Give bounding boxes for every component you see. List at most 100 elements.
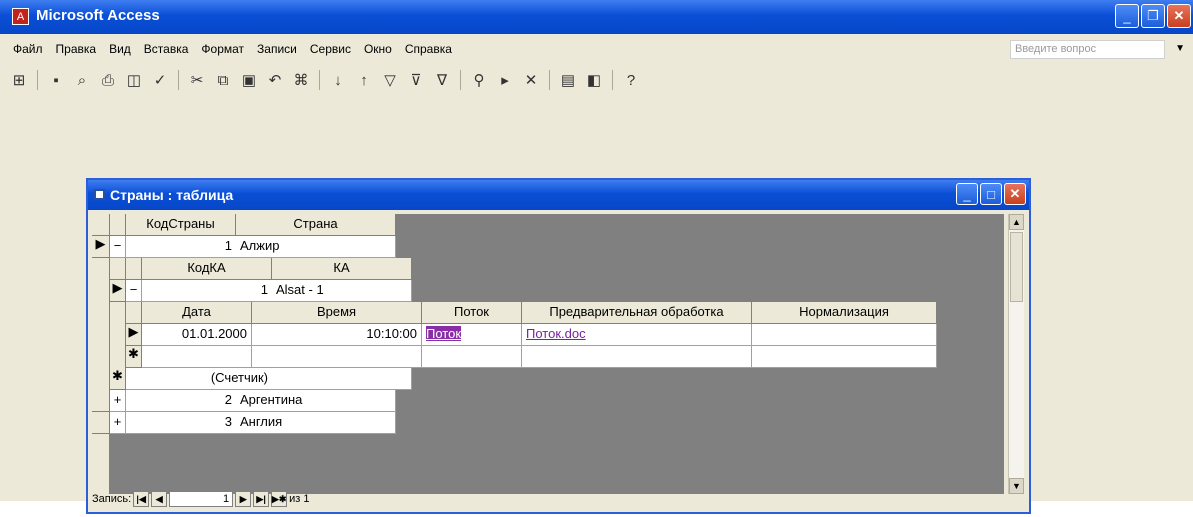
menu-records[interactable]: Записи (257, 42, 297, 56)
new-object-icon[interactable]: ◧ (583, 69, 605, 91)
filter-selection-icon[interactable]: ▽ (379, 69, 401, 91)
scroll-up-icon[interactable]: ▲ (1009, 214, 1024, 230)
menu-window[interactable]: Окно (364, 42, 392, 56)
column-header-preprocessing[interactable]: Предварительная обработка (522, 302, 752, 324)
table-window: Страны : таблица _ □ ✕ КодСтраны Страна … (86, 178, 1031, 514)
menu-insert[interactable]: Вставка (144, 42, 189, 56)
menu-tools[interactable]: Сервис (310, 42, 351, 56)
last-record-icon[interactable]: ▶| (253, 491, 270, 507)
print-preview-icon[interactable]: ◫ (123, 69, 145, 91)
hyperlink-icon[interactable]: ⌘ (290, 69, 312, 91)
record-selector[interactable]: ▶ (110, 280, 126, 302)
undo-icon[interactable]: ↶ (264, 69, 286, 91)
close-button[interactable]: ✕ (1167, 4, 1191, 28)
new-record-icon[interactable]: ▸ (494, 69, 516, 91)
record-selector[interactable] (92, 390, 110, 412)
apply-filter-icon[interactable]: ∇ (431, 69, 453, 91)
expand-icon[interactable]: + (110, 412, 126, 434)
stream-link[interactable]: Поток (426, 326, 462, 341)
table-window-title: Страны : таблица (110, 187, 234, 203)
column-header-sat-id[interactable]: КодКА (142, 258, 272, 280)
datasheet: КодСтраны Страна ▶ − 1 Алжир КодКА КА ▶ … (92, 214, 1004, 494)
collapse-icon[interactable]: − (126, 280, 142, 302)
sat-name-cell[interactable]: Alsat - 1 (272, 280, 412, 302)
normalization-cell[interactable] (752, 324, 937, 346)
menu-file[interactable]: Файл (13, 42, 43, 56)
filter-form-icon[interactable]: ⊽ (405, 69, 427, 91)
table-icon (94, 189, 105, 200)
table-window-titlebar: Страны : таблица _ □ ✕ (88, 180, 1029, 210)
expand-icon[interactable]: + (110, 390, 126, 412)
sat-name-cell[interactable] (272, 368, 412, 390)
subdatasheet-corner (126, 302, 142, 324)
cut-icon[interactable]: ✂ (186, 69, 208, 91)
vertical-scrollbar[interactable]: ▲ ▼ (1008, 214, 1024, 494)
record-selector[interactable] (92, 412, 110, 434)
close-button[interactable]: ✕ (1004, 183, 1026, 205)
collapse-icon[interactable]: − (110, 236, 126, 258)
minimize-button[interactable]: _ (956, 183, 978, 205)
minimize-button[interactable]: _ (1115, 4, 1139, 28)
column-header-country-id[interactable]: КодСтраны (126, 214, 236, 236)
scroll-thumb[interactable] (1010, 232, 1023, 302)
view-icon[interactable]: ⊞ (8, 69, 30, 91)
select-all-corner[interactable] (92, 214, 110, 236)
database-window-icon[interactable]: ▤ (557, 69, 579, 91)
country-name-cell[interactable]: Англия (236, 412, 396, 434)
column-header-sat[interactable]: КА (272, 258, 412, 280)
record-selector[interactable]: ▶ (126, 324, 142, 346)
country-id-cell[interactable]: 1 (126, 236, 236, 258)
column-header-date[interactable]: Дата (142, 302, 252, 324)
app-title: Microsoft Access (36, 7, 160, 24)
sort-asc-icon[interactable]: ↓ (327, 69, 349, 91)
copy-icon[interactable]: ⧉ (212, 69, 234, 91)
expand-column-header (126, 258, 142, 280)
paste-icon[interactable]: ▣ (238, 69, 260, 91)
country-id-cell[interactable]: 3 (126, 412, 236, 434)
date-cell[interactable]: 01.01.2000 (142, 324, 252, 346)
column-header-time[interactable]: Время (252, 302, 422, 324)
record-selector[interactable]: ▶ (92, 236, 110, 258)
previous-record-icon[interactable]: ◀ (151, 491, 168, 507)
column-header-stream[interactable]: Поток (422, 302, 522, 324)
time-cell[interactable] (252, 346, 422, 368)
maximize-button[interactable]: □ (980, 183, 1002, 205)
spelling-icon[interactable]: ✓ (149, 69, 171, 91)
help-question-input[interactable]: Введите вопрос (1010, 40, 1165, 59)
menu-format[interactable]: Формат (201, 42, 244, 56)
menu-edit[interactable]: Правка (56, 42, 97, 56)
preprocessing-cell[interactable] (522, 346, 752, 368)
sat-id-new-cell[interactable]: (Счетчик) (126, 368, 272, 390)
new-record-nav-icon[interactable]: ▶✱ (271, 491, 288, 507)
sat-id-cell[interactable]: 1 (142, 280, 272, 302)
delete-record-icon[interactable]: ✕ (520, 69, 542, 91)
search-icon[interactable]: ⌕ (71, 69, 93, 91)
next-record-icon[interactable]: ▶ (235, 491, 252, 507)
country-id-cell[interactable]: 2 (126, 390, 236, 412)
help-icon[interactable]: ? (620, 69, 642, 91)
stream-cell[interactable]: Поток (422, 324, 522, 346)
current-record-input[interactable] (169, 491, 234, 507)
menu-help[interactable]: Справка (405, 42, 452, 56)
new-record-selector[interactable]: ✱ (126, 346, 142, 368)
preprocessing-link[interactable]: Поток.doc (526, 326, 586, 341)
menu-view[interactable]: Вид (109, 42, 131, 56)
maximize-button[interactable]: ❐ (1141, 4, 1165, 28)
country-name-cell[interactable]: Алжир (236, 236, 396, 258)
save-icon[interactable]: ▪ (45, 69, 67, 91)
chevron-down-icon[interactable]: ▼ (1175, 43, 1185, 54)
preprocessing-cell[interactable]: Поток.doc (522, 324, 752, 346)
column-header-country[interactable]: Страна (236, 214, 396, 236)
column-header-normalization[interactable]: Нормализация (752, 302, 937, 324)
time-cell[interactable]: 10:10:00 (252, 324, 422, 346)
normalization-cell[interactable] (752, 346, 937, 368)
stream-cell[interactable] (422, 346, 522, 368)
sort-desc-icon[interactable]: ↑ (353, 69, 375, 91)
first-record-icon[interactable]: |◀ (133, 491, 150, 507)
find-icon[interactable]: ⚲ (468, 69, 490, 91)
print-icon[interactable]: ⎙ (97, 69, 119, 91)
country-name-cell[interactable]: Аргентина (236, 390, 396, 412)
menu-bar: Файл Правка Вид Вставка Формат Записи Се… (0, 34, 1193, 64)
new-record-selector[interactable]: ✱ (110, 368, 126, 390)
date-cell[interactable] (142, 346, 252, 368)
